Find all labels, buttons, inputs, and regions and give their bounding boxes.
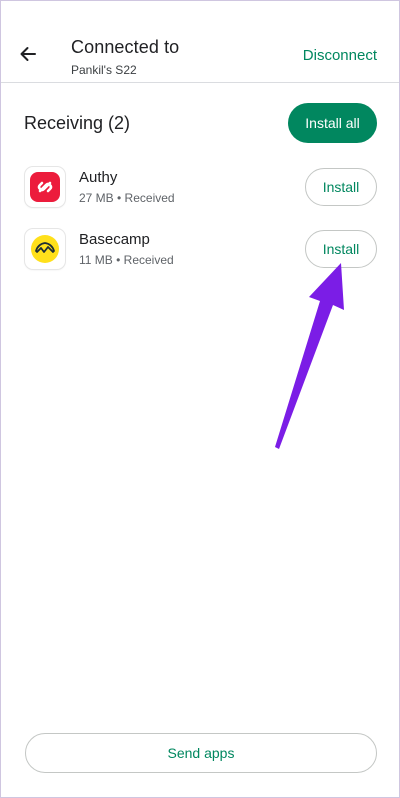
basecamp-logo-icon (25, 229, 65, 269)
send-apps-button[interactable]: Send apps (25, 733, 377, 773)
list-item-basecamp: Basecamp 11 MB • Received Install (1, 229, 399, 289)
disconnect-button[interactable]: Disconnect (303, 47, 377, 64)
install-basecamp-button[interactable]: Install (305, 230, 377, 268)
app-header: Connected to Pankil's S22 Disconnect (1, 1, 399, 83)
connected-device-name: Pankil's S22 (71, 63, 137, 77)
app-size-status: 11 MB • Received (79, 253, 174, 267)
receiving-section-title: Receiving (2) (24, 113, 131, 133)
header-title: Connected to (71, 37, 180, 57)
install-all-button[interactable]: Install all (288, 103, 377, 143)
install-authy-button[interactable]: Install (305, 168, 377, 206)
back-arrow-icon (20, 47, 36, 61)
authy-logo-icon (25, 167, 65, 207)
app-name: Basecamp (79, 231, 150, 248)
app-size-status: 27 MB • Received (79, 191, 175, 205)
nearby-share-screen: Connected to Pankil's S22 Disconnect Rec… (0, 0, 400, 798)
back-button[interactable] (9, 35, 47, 73)
list-item-authy: Authy 27 MB • Received Install (1, 167, 399, 227)
app-name: Authy (79, 169, 118, 186)
